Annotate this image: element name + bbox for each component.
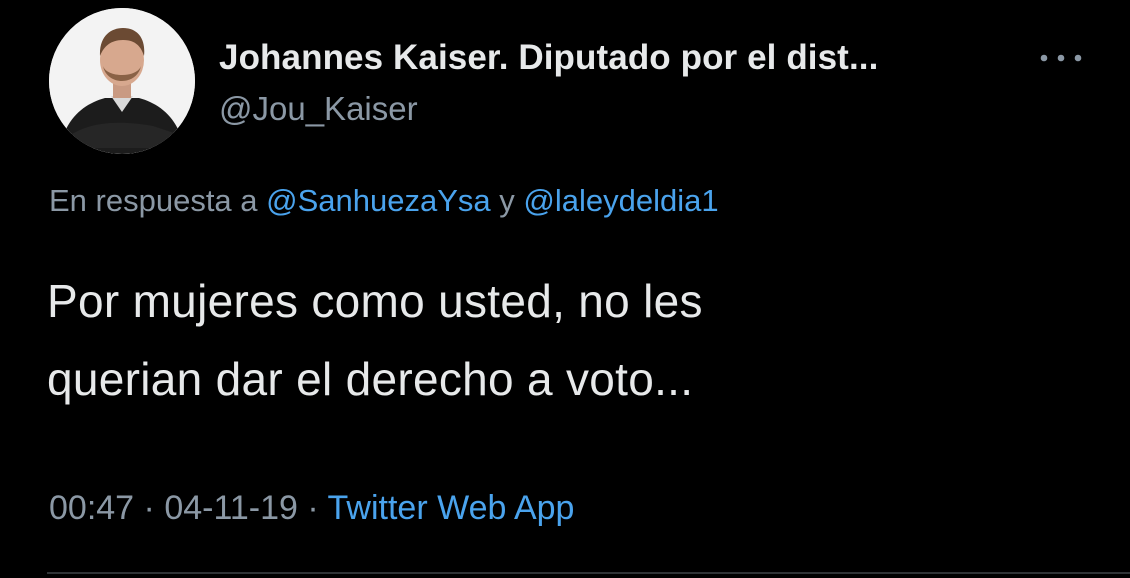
tweet-meta: 00:47 · 04-11-19 · Twitter Web App bbox=[49, 489, 574, 528]
reply-connector: y bbox=[499, 183, 515, 218]
reply-prefix: En respuesta a bbox=[49, 183, 258, 218]
meta-separator: · bbox=[143, 489, 155, 527]
tweet-text: Por mujeres como usted, no les querian d… bbox=[47, 262, 1087, 418]
tweet-text-line: querian dar el derecho a voto... bbox=[47, 353, 694, 405]
more-options-icon[interactable] bbox=[1038, 48, 1084, 68]
user-avatar-icon bbox=[49, 8, 195, 154]
meta-separator: · bbox=[307, 489, 319, 527]
tweet-time[interactable]: 00:47 bbox=[49, 489, 134, 527]
mention-link-1[interactable]: @SanhuezaYsa bbox=[266, 183, 491, 218]
reply-context: En respuesta a @SanhuezaYsa y @laleydeld… bbox=[49, 183, 719, 219]
tweet-text-line: Por mujeres como usted, no les bbox=[47, 275, 703, 327]
avatar[interactable] bbox=[49, 8, 195, 154]
mention-link-2[interactable]: @laleydeldia1 bbox=[523, 183, 718, 218]
tweet-date[interactable]: 04-11-19 bbox=[164, 489, 298, 527]
user-handle[interactable]: @Jou_Kaiser bbox=[219, 90, 418, 128]
display-name[interactable]: Johannes Kaiser. Diputado por el dist... bbox=[219, 38, 878, 78]
tweet-source-link[interactable]: Twitter Web App bbox=[328, 489, 575, 527]
tweet-detail: Johannes Kaiser. Diputado por el dist...… bbox=[0, 0, 1130, 578]
divider bbox=[47, 572, 1130, 574]
